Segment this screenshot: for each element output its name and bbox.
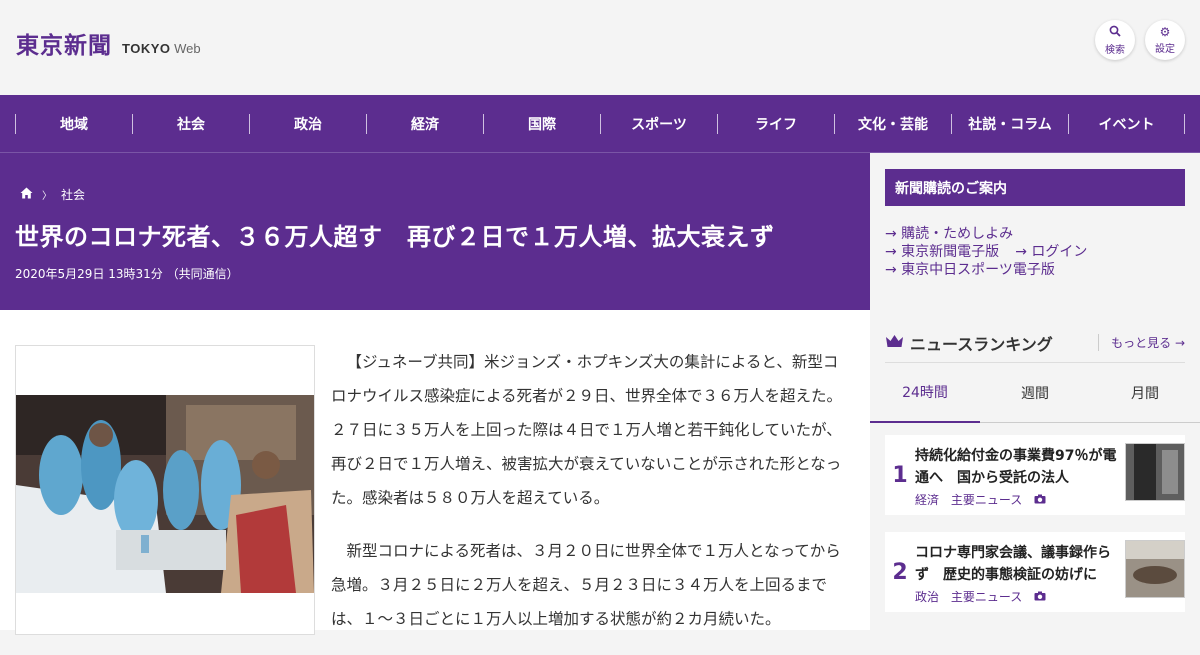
ranking-item[interactable]: 1 持続化給付金の事業費97％が電通へ 国から受託の法人 経済 主要ニュース (885, 435, 1185, 515)
subscription-links: → 購読・ためしよみ → 東京新聞電子版 → ログイン → 東京中日スポーツ電子… (885, 225, 1103, 279)
article-photo-frame (15, 345, 315, 635)
link-login[interactable]: → ログイン (1015, 243, 1087, 261)
ranking-more-link[interactable]: もっと見る → (1098, 334, 1185, 351)
sidebar: 新聞購読のご案内 → 購読・ためしよみ → 東京新聞電子版 → ログイン → 東… (870, 153, 1200, 630)
camera-icon (1034, 493, 1046, 507)
rank-tags: 政治 主要ニュース (915, 588, 1054, 605)
site-logo[interactable]: 東京新聞 TOKYO Web (16, 26, 201, 60)
article-meta: 2020年5月29日 13時31分 （共同通信） (15, 267, 239, 281)
link-trial[interactable]: → 購読・ためしよみ (885, 225, 1013, 243)
logo-japanese: 東京新聞 (16, 32, 112, 59)
rank-headline[interactable]: 持続化給付金の事業費97％が電通へ 国から受託の法人 (915, 445, 1120, 489)
main-nav: 地域 社会 政治 経済 国際 スポーツ ライフ 文化・芸能 社説・コラム イベン… (0, 95, 1200, 153)
article-body: 【ジュネーブ共同】米ジョンズ・ホプキンズ大の集計によると、新型コロナウイルス感染… (0, 310, 870, 635)
ranking-title: ニュースランキング (910, 334, 1053, 354)
nav-item-events[interactable]: イベント (1068, 113, 1185, 134)
nav-item-editorial[interactable]: 社説・コラム (951, 113, 1068, 134)
tab-24h[interactable]: 24時間 (870, 363, 980, 423)
rank-number: 1 (892, 462, 908, 488)
rank-category[interactable]: 政治 (915, 590, 939, 604)
breadcrumb: 〉 社会 (20, 186, 85, 203)
rank-headline[interactable]: コロナ専門家会議、議事録作らず 歴史的事態検証の妨げに (915, 542, 1120, 586)
crown-icon (885, 333, 904, 353)
rank-tags: 経済 主要ニュース (915, 491, 1054, 508)
article-paragraph: 【ジュネーブ共同】米ジョンズ・ホプキンズ大の集計によると、新型コロナウイルス感染… (331, 353, 843, 507)
gear-icon: ⚙ (1159, 24, 1171, 39)
nav-item-culture[interactable]: 文化・芸能 (834, 113, 951, 134)
article-paragraph: 新型コロナによる死者は、３月２０日に世界全体で１万人となってから急増。３月２５日… (331, 542, 841, 628)
article-header: 〉 社会 世界のコロナ死者、３６万人超す 再び２日で１万人増、拡大衰えず 202… (0, 153, 870, 310)
tab-weekly[interactable]: 週間 (980, 363, 1090, 423)
nav-item-sports[interactable]: スポーツ (600, 113, 717, 134)
settings-label: 設定 (1155, 43, 1175, 55)
search-label: 検索 (1105, 44, 1125, 56)
article-text: 【ジュネーブ共同】米ジョンズ・ホプキンズ大の集計によると、新型コロナウイルス感染… (331, 345, 846, 655)
rank-tag[interactable]: 主要ニュース (951, 493, 1022, 507)
nav-item-international[interactable]: 国際 (483, 113, 600, 134)
rank-thumbnail[interactable] (1125, 443, 1185, 501)
ranking-tabs: 24時間 週間 月間 (870, 363, 1200, 423)
link-sports-digital[interactable]: → 東京中日スポーツ電子版 (885, 261, 1055, 279)
chevron-right-icon: 〉 (42, 191, 52, 202)
rank-tag[interactable]: 主要ニュース (951, 590, 1022, 604)
subscription-heading[interactable]: 新聞購読のご案内 (885, 169, 1185, 206)
search-icon (1109, 25, 1121, 39)
nav-item-politics[interactable]: 政治 (249, 113, 366, 134)
article-title: 世界のコロナ死者、３６万人超す 再び２日で１万人増、拡大衰えず (15, 223, 775, 251)
home-icon[interactable] (20, 187, 33, 203)
nav-item-society[interactable]: 社会 (132, 113, 249, 134)
breadcrumb-category[interactable]: 社会 (61, 186, 85, 203)
ranking-header: ニュースランキング もっと見る → (885, 323, 1185, 363)
site-header: 東京新聞 TOKYO Web 検索 ⚙ 設定 (0, 0, 1200, 95)
settings-button[interactable]: ⚙ 設定 (1145, 20, 1185, 60)
nav-item-region[interactable]: 地域 (15, 113, 132, 134)
article-photo[interactable] (16, 395, 314, 593)
nav-item-economy[interactable]: 経済 (366, 113, 483, 134)
rank-category[interactable]: 経済 (915, 493, 939, 507)
nav-item-life[interactable]: ライフ (717, 113, 834, 134)
rank-thumbnail[interactable] (1125, 540, 1185, 598)
search-button[interactable]: 検索 (1095, 20, 1135, 60)
camera-icon (1034, 590, 1046, 604)
ranking-item[interactable]: 2 コロナ専門家会議、議事録作らず 歴史的事態検証の妨げに 政治 主要ニュース (885, 532, 1185, 612)
rank-number: 2 (892, 559, 908, 585)
logo-english: TOKYO Web (122, 41, 201, 56)
link-digital-edition[interactable]: → 東京新聞電子版 (885, 243, 999, 261)
tab-monthly[interactable]: 月間 (1090, 363, 1200, 423)
